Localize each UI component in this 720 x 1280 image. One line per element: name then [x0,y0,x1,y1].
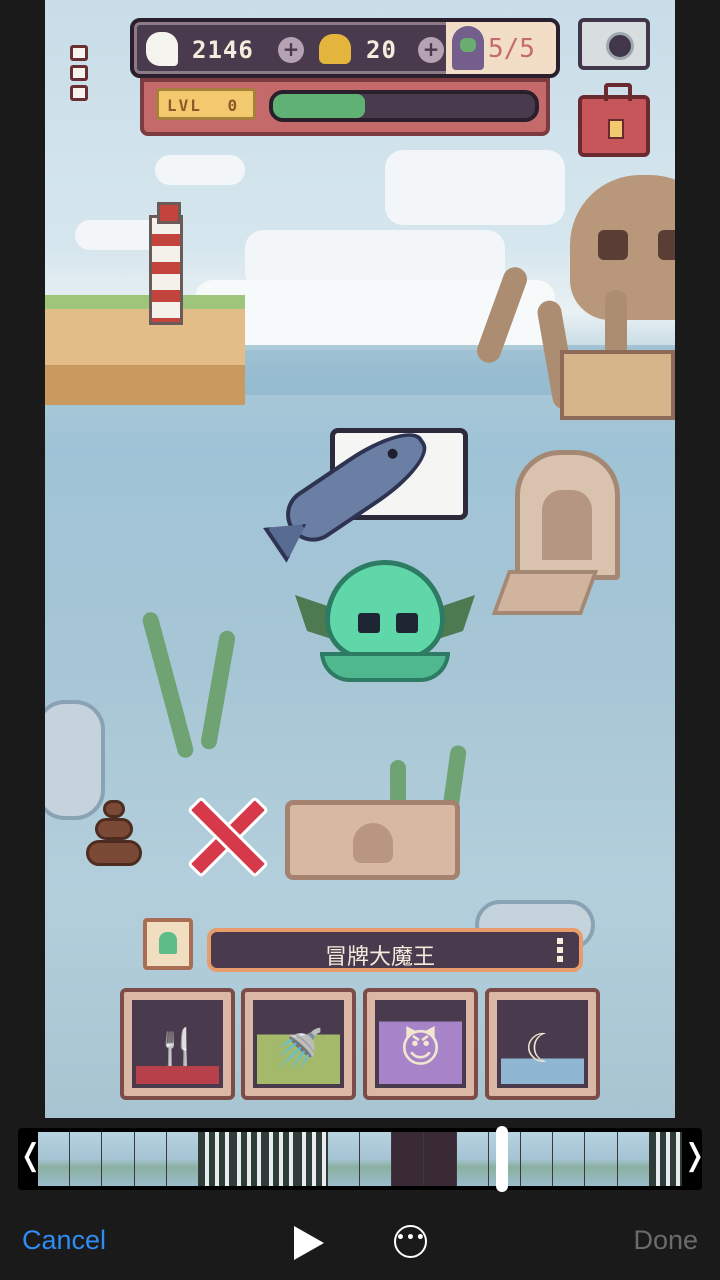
play-icon[interactable] [294,1226,324,1260]
xp-track [269,90,539,122]
timeline-thumbnail [327,1132,361,1186]
timeline-thumbnail [102,1132,135,1186]
feed-panel: 🍴 [132,1000,223,1088]
cloud [155,155,245,185]
fish-eye [385,446,400,461]
door-inner [542,490,592,560]
clean-panel: 🚿 [253,1000,344,1088]
timeline-thumbnail [38,1132,71,1186]
id-badge-icon[interactable] [143,918,193,970]
timeline-thumbnail [134,1132,167,1186]
timeline-thumbnail [424,1132,457,1186]
souls-count: 2146 [192,36,254,64]
skulls-count: 20 [366,36,397,64]
clean-button[interactable]: 🚿 [241,988,356,1100]
timeline-thumbnail [649,1132,683,1186]
devil-face-icon: 😈 [399,1026,442,1072]
cultists-count: 5/5 [488,34,535,64]
treasure-chest[interactable] [285,800,460,880]
timeline-thumbnail [295,1132,328,1186]
fork-knife-icon: 🍴 [152,1027,203,1073]
soul-icon [146,32,178,66]
trim-right-handle[interactable]: ❭ [682,1138,707,1178]
pet-body [325,560,445,660]
timeline-thumbnail [553,1132,586,1186]
timeline-thumbnail [199,1132,232,1186]
seaweed [199,629,237,751]
playhead[interactable] [496,1126,508,1192]
octopus-pet[interactable] [295,560,475,700]
camera-icon[interactable] [578,18,650,70]
moon-icon: ☾ [524,1026,561,1072]
done-button[interactable]: Done [633,1225,698,1256]
poop-icon[interactable] [85,800,143,870]
shrine-door [515,450,620,580]
sleep-panel: ☾ [497,1000,588,1088]
pet-tentacles [320,652,450,682]
skull-currency-icon [319,34,351,64]
island [45,295,245,405]
pet-name-bar[interactable]: 冒牌大魔王 [207,928,583,972]
play-button-game[interactable]: 😈 [363,988,478,1100]
feed-button[interactable]: 🍴 [120,988,235,1100]
lighthouse [149,202,183,325]
timeline-thumbnail [263,1132,296,1186]
sleep-button[interactable]: ☾ [485,988,600,1100]
timeline-thumbnail [166,1132,200,1186]
level-badge: LVL 0 [156,88,256,120]
timeline-thumbnail [231,1132,264,1186]
add-souls-button[interactable]: + [278,37,304,63]
menu-icon[interactable] [70,45,90,109]
pet-name: 冒牌大魔王 [324,945,435,970]
briefcase-icon[interactable] [578,83,650,157]
pet-eye [358,613,380,633]
pet-eye [396,613,418,633]
skull-eye [598,230,628,260]
cultist-icon [452,26,484,70]
play-panel: 😈 [375,1000,466,1088]
timeline-thumbnail [521,1132,554,1186]
seaweed [140,610,196,760]
timeline-thumbnail [70,1132,103,1186]
trim-left-handle[interactable]: ❬ [18,1138,43,1178]
timeline-thumbnail [392,1132,425,1186]
level-bar: LVL 0 [140,78,550,136]
level-label: LVL [167,96,202,115]
timeline-thumbnail [456,1132,489,1186]
video-timeline[interactable]: ❬ ❭ [18,1126,707,1192]
x-mark-icon [180,795,265,870]
chest-skull-icon [353,823,393,863]
more-vertical-icon[interactable] [557,938,565,964]
level-value: 0 [227,96,240,115]
timeline-thumbnail [585,1132,618,1186]
timeline-thumbnail [360,1132,393,1186]
add-skulls-button[interactable]: + [418,37,444,63]
shower-icon: 🚿 [273,1027,324,1073]
cancel-button[interactable]: Cancel [22,1225,106,1256]
screen: 2146 + 20 + 5/5 LVL 0 冒牌大魔王 🍴 🚿 😈 ☾ ❬ ❭ … [0,0,720,1280]
xp-fill [273,94,365,118]
more-options-icon[interactable]: ••• [394,1225,427,1258]
cloud [385,150,565,225]
timeline-frames [38,1132,683,1186]
shrine-steps [491,570,599,615]
cultists-box[interactable]: 5/5 [446,22,556,74]
ruins [560,350,675,420]
resource-bar: 2146 + 20 + 5/5 [130,18,560,78]
timeline-thumbnail [617,1132,650,1186]
skull-eye [658,230,675,260]
